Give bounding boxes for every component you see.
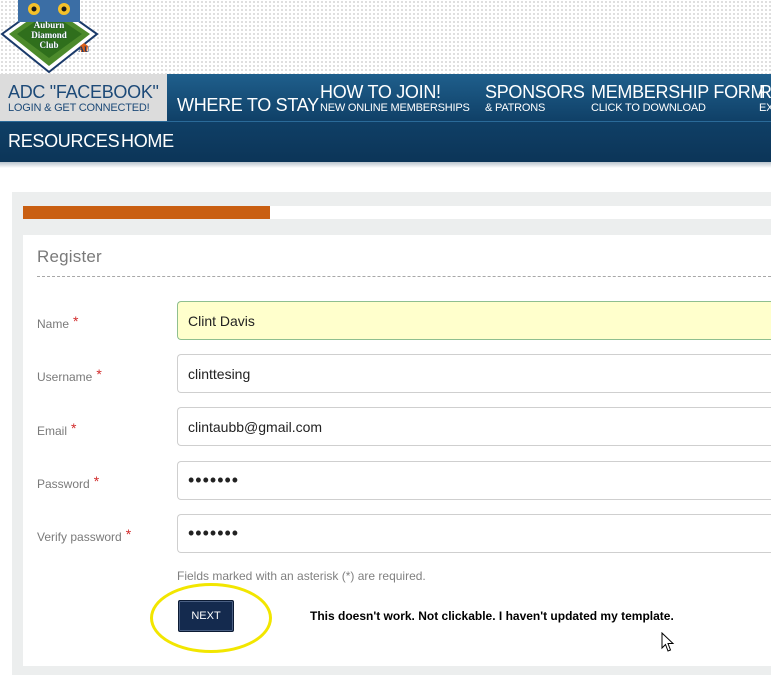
nav-resources[interactable]: RESOURCES [8,132,120,151]
verify-password-label: Verify password * [37,526,132,544]
password-field[interactable] [177,461,771,500]
nav-sponsors[interactable]: SPONSORS & PATRONS [485,83,585,115]
next-button[interactable]: NEXT [178,600,234,632]
name-label: Name * [37,313,79,331]
header-background [0,0,771,74]
registration-progress-bar [23,206,270,219]
form-legend: Register [37,247,102,266]
required-asterisk: * [71,420,77,436]
mouse-cursor-icon [661,632,675,652]
nav-cut-off-item[interactable]: RE EX [759,83,771,114]
user-annotation-text: This doesn't work. Not clickable. I have… [310,609,674,623]
required-asterisk: * [73,313,79,329]
required-asterisk: * [96,366,102,382]
nav-how-to-join[interactable]: HOW TO JOIN! NEW ONLINE MEMBERSHIPS [320,83,470,115]
password-label: Password * [37,473,100,491]
name-field[interactable] [177,301,771,340]
required-fields-note: Fields marked with an asterisk (*) are r… [177,569,426,583]
verify-password-field[interactable] [177,514,771,553]
required-asterisk: * [93,473,100,489]
nav-membership-form[interactable]: MEMBERSHIP FORM CLICK TO DOWNLOAD [591,83,765,115]
nav-shadow [0,162,771,168]
nav-where-to-stay[interactable]: WHERE TO STAY [177,96,319,115]
email-label: Email * [37,420,77,438]
svg-text:AU: AU [78,45,90,54]
legend-divider [37,276,771,277]
required-asterisk: * [125,526,132,542]
logo-text: Auburn Diamond Club [31,20,67,50]
nav-home[interactable]: HOME [121,132,174,151]
auburn-diamond-club-logo[interactable]: AU Auburn Diamond Club [0,0,100,74]
register-form [23,235,771,666]
username-label: Username * [37,366,102,384]
username-field[interactable] [177,354,771,393]
email-field[interactable] [177,407,771,446]
nav-facebook-login[interactable]: ADC "FACEBOOK" LOGIN & GET CONNECTED! [0,74,167,121]
